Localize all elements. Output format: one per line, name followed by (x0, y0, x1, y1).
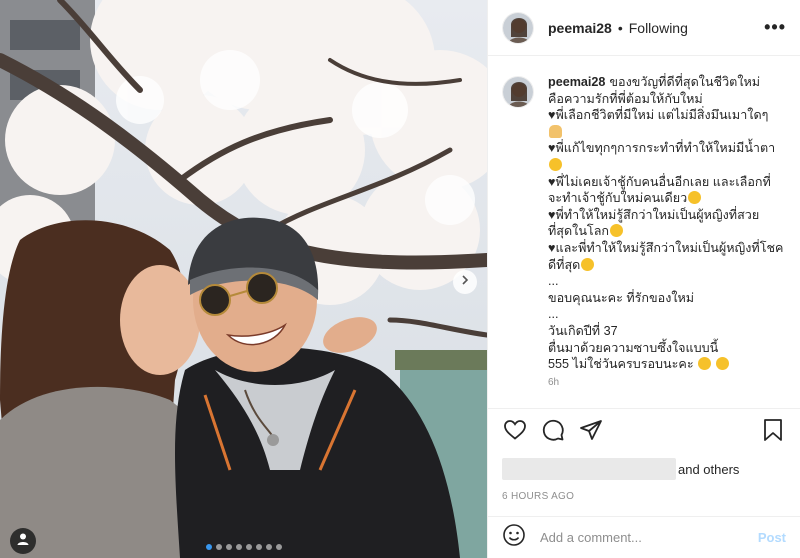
speech-bubble-icon (541, 418, 565, 447)
carousel-dot (235, 544, 242, 550)
caption-line: จะทำเจ้าชู้กับใหม่คนเดียว (548, 191, 688, 206)
caption-line: 555 ไม่ใช่วันครบรอบนะคะ (548, 357, 694, 372)
carousel-dot (275, 544, 282, 550)
smiley-icon (502, 523, 526, 552)
caption-username[interactable]: peemai28 (548, 75, 605, 89)
caption-line: ♥และพี่ทำให้ใหม่รู้สึกว่าใหม่เป็นผู้หญิง… (548, 240, 784, 255)
caption-area: peemai28 ของขวัญที่ดีที่สุดในชีวิตใหม่ คื… (488, 56, 800, 408)
chevron-right-icon (459, 273, 471, 291)
carousel-dots (0, 544, 487, 550)
caption-line: ♥พี่เลือกชีวิตที่มีใหม่ แต่ไม่มีสิ่งมึนเ… (548, 108, 769, 123)
smiling-emoji-icon (581, 257, 595, 271)
caption-line: คือความรักที่พี่ต้อมให้กับใหม่ (548, 91, 703, 106)
carousel-dot (265, 544, 272, 550)
carousel-dot (225, 544, 232, 550)
laughing-emoji-icon (688, 191, 702, 205)
caption: peemai28 ของขวัญที่ดีที่สุดในชีวิตใหม่ คื… (502, 74, 786, 373)
paper-plane-icon (579, 418, 603, 447)
caption-line: ... (548, 307, 559, 322)
photo-scene (0, 0, 487, 558)
post-side-panel: peemai28 • Following ••• peemai28 ของขวัญ… (487, 0, 800, 558)
pray-emoji-icon (549, 124, 562, 138)
more-options-button[interactable]: ••• (764, 17, 786, 38)
carousel-dot (215, 544, 222, 550)
save-button[interactable] (760, 418, 786, 447)
bookmark-icon (762, 418, 784, 447)
caption-time: 6h (548, 376, 560, 388)
likes-row: and others (502, 455, 786, 483)
likers-redacted[interactable] (502, 458, 676, 480)
share-button[interactable] (578, 419, 604, 445)
caption-line: ดีที่สุด (548, 257, 581, 272)
caption-line: ♥พี่ทำให้ใหม่รู้สึกว่าใหม่เป็นผู้หญิงที่… (548, 207, 760, 222)
caption-line: ... (548, 274, 559, 289)
post-header: peemai28 • Following ••• (488, 0, 800, 56)
emoji-button[interactable] (502, 523, 526, 552)
carousel-dot (245, 544, 252, 550)
comment-input[interactable] (540, 530, 758, 545)
laughing-emoji-icon (715, 357, 729, 371)
heart-outline-icon (503, 418, 527, 447)
following-button[interactable]: Following (629, 20, 688, 36)
carousel-dot (255, 544, 262, 550)
caption-line: ขอบคุณนะคะ ที่รักของใหม่ (548, 290, 695, 305)
header-username[interactable]: peemai28 (548, 20, 612, 36)
caption-line: ที่สุดในโลก (548, 224, 610, 239)
caption-line: วันเกิดปีที่ 37 (548, 323, 618, 338)
caption-text: peemai28 ของขวัญที่ดีที่สุดในชีวิตใหม่ คื… (548, 74, 786, 373)
likes-others-link[interactable]: and others (678, 462, 739, 477)
caption-line: ♥พี่แก้ไขทุกๆการกระทำที่ทำให้ใหม่มีน้ำตา (548, 141, 776, 156)
carousel-next-button[interactable] (453, 270, 477, 294)
comment-button[interactable] (540, 419, 566, 445)
like-button[interactable] (502, 419, 528, 445)
carousel-dot (205, 544, 212, 550)
post-comment-button[interactable]: Post (758, 530, 786, 545)
caption-line: ตื่นมาด้วยความซาบซึ้งใจแบบนี้ (548, 340, 719, 355)
header-separator: • (617, 19, 623, 36)
caption-line: ของขวัญที่ดีที่สุดในชีวิตใหม่ (609, 75, 761, 89)
avatar[interactable] (502, 11, 534, 44)
caption-avatar[interactable] (502, 76, 534, 108)
action-bar (502, 409, 786, 455)
post-actions-area: and others 6 HOURS AGO (488, 408, 800, 516)
tagged-people-button[interactable] (10, 528, 36, 554)
crying-emoji-icon (549, 157, 562, 171)
post-photo[interactable] (0, 0, 487, 558)
grinning-emoji-icon (698, 357, 712, 371)
caption-line: ♥พี่ไม่เคยเจ้าชู้กับคนอื่นอีกเลย และเลือ… (548, 174, 771, 189)
post-date: 6 HOURS AGO (502, 491, 575, 502)
heart-eyes-emoji-icon (610, 224, 624, 238)
comment-composer: Post (488, 516, 800, 558)
